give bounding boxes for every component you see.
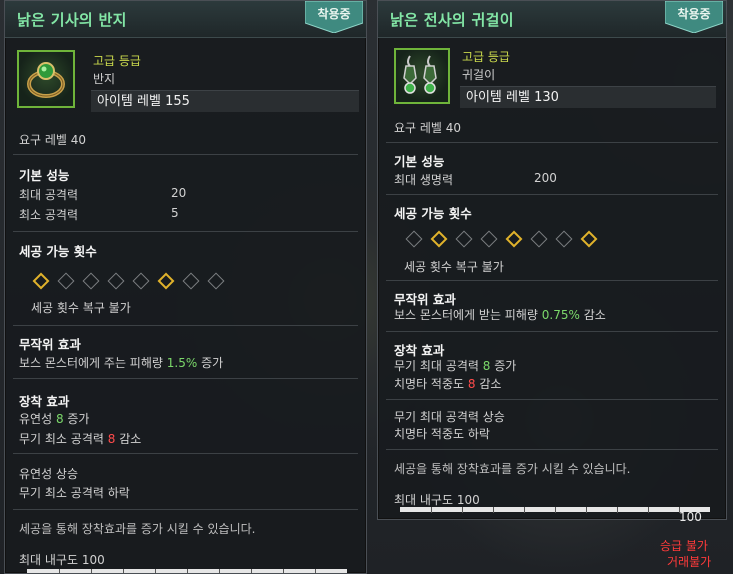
- durability-tick: [283, 569, 284, 573]
- item-grade: 고급 등급: [462, 50, 510, 64]
- item-grade: 고급 등급: [93, 54, 141, 68]
- socket-slot-empty: [455, 230, 473, 248]
- set-effect-header: 장착 효과: [19, 394, 70, 409]
- socket-slot-empty: [405, 230, 423, 248]
- random-effect-header: 무작위 효과: [19, 337, 81, 352]
- durability-tick: [617, 507, 618, 513]
- set-effect-line: 무기 최소 공격력 8 감소: [19, 432, 142, 446]
- durability-tick: [155, 569, 156, 573]
- earring-icon: [394, 48, 450, 104]
- socket-slot-empty: [107, 272, 125, 290]
- durability-tick: [251, 569, 252, 573]
- item-header: 고급 등급 반지 아이템 레벨 155: [5, 38, 366, 118]
- item-header: 고급 등급 귀걸이 아이템 레벨 130: [378, 38, 726, 112]
- durability-tick: [187, 569, 188, 573]
- durability-label: 최대 내구도 100: [19, 553, 105, 567]
- socket-header: 세공 가능 횟수: [19, 244, 97, 259]
- socket-hint: 세공을 통해 장착효과를 증가 시킬 수 있습니다.: [394, 462, 631, 476]
- durability-tick: [315, 569, 316, 573]
- set-effect-line: 무기 최대 공격력 8 증가: [394, 359, 517, 373]
- divider: [13, 509, 358, 510]
- socket-slot-empty: [530, 230, 548, 248]
- divider: [13, 231, 358, 232]
- tooltip-title-bar: 낡은 기사의 반지 착용중: [5, 1, 366, 38]
- set-effect-line: 치명타 적중도 8 감소: [394, 377, 502, 391]
- basic-stats-header: 기본 성능: [19, 168, 70, 183]
- socket-note: 세공 횟수 복구 불가: [31, 301, 131, 315]
- divider: [386, 194, 718, 195]
- required-level: 요구 레벨 40: [394, 121, 462, 135]
- durability-value: 100: [679, 510, 702, 524]
- stat-value: 20: [171, 186, 187, 200]
- durability-tick: [59, 569, 60, 573]
- divider: [13, 154, 358, 155]
- required-level: 요구 레벨 40: [19, 133, 87, 147]
- durability-tick: [555, 507, 556, 513]
- stat-label: 최대 생명력: [394, 173, 454, 187]
- item-type: 반지: [93, 72, 116, 86]
- divider: [386, 399, 718, 400]
- upgrade-note: 승급 불가: [660, 539, 708, 553]
- durability-label: 최대 내구도 100: [394, 493, 480, 507]
- stat-label: 최소 공격력: [19, 208, 79, 222]
- equipped-badge: 착용중: [665, 1, 723, 33]
- divider: [386, 331, 718, 332]
- durability-tick: [431, 507, 432, 513]
- item-level: 아이템 레벨 155: [91, 90, 359, 112]
- item-level: 아이템 레벨 130: [460, 86, 716, 108]
- durability-tick: [524, 507, 525, 513]
- ring-icon: [17, 50, 75, 108]
- durability-tick: [91, 569, 92, 573]
- socket-slot-empty: [82, 272, 100, 290]
- item-title: 낡은 전사의 귀걸이: [390, 11, 514, 29]
- socket-slot-empty: [207, 272, 225, 290]
- durability-tick: [493, 507, 494, 513]
- durability-tick: [648, 507, 649, 513]
- earring-tooltip: 낡은 전사의 귀걸이 착용중 고급 등급 귀걸이 아이템 레벨 130 요구 레…: [377, 0, 727, 520]
- tooltip-title-bar: 낡은 전사의 귀걸이 착용중: [378, 1, 726, 38]
- trade-note: 거래불가: [667, 555, 712, 569]
- socket-slot-filled: [430, 230, 448, 248]
- divider: [386, 449, 718, 450]
- set-effect-line: 유연성 8 증가: [19, 412, 90, 426]
- item-title: 낡은 기사의 반지: [17, 11, 127, 29]
- trend-line: 치명타 적중도 하락: [394, 427, 490, 441]
- socket-slot-filled: [157, 272, 175, 290]
- basic-stats-header: 기본 성능: [394, 154, 445, 169]
- socket-slot-empty: [182, 272, 200, 290]
- socket-header: 세공 가능 횟수: [394, 206, 472, 221]
- equipped-badge: 착용중: [305, 1, 363, 33]
- durability-tick: [462, 507, 463, 513]
- durability-bar: [27, 569, 347, 573]
- trend-line: 무기 최소 공격력 하락: [19, 486, 130, 500]
- socket-hint: 세공을 통해 장착효과를 증가 시킬 수 있습니다.: [19, 522, 256, 536]
- socket-slot-empty: [57, 272, 75, 290]
- durability-tick: [219, 569, 220, 573]
- socket-slot-empty: [132, 272, 150, 290]
- random-effect-line: 보스 몬스터에게 주는 피해량 1.5% 증가: [19, 356, 224, 370]
- ring-tooltip: 낡은 기사의 반지 착용중 고급 등급 반지 아이템 레벨 155 요구 레벨 …: [4, 0, 367, 574]
- durability-bar: [400, 507, 710, 513]
- socket-slot-filled: [580, 230, 598, 248]
- socket-slot-empty: [555, 230, 573, 248]
- socket-slot-filled: [505, 230, 523, 248]
- stat-label: 최대 공격력: [19, 188, 79, 202]
- durability-tick: [586, 507, 587, 513]
- random-effect-line: 보스 몬스터에게 받는 피해량 0.75% 감소: [394, 308, 606, 322]
- divider: [13, 378, 358, 379]
- socket-note: 세공 횟수 복구 불가: [404, 260, 504, 274]
- item-type: 귀걸이: [462, 68, 496, 82]
- stat-value: 200: [534, 171, 557, 185]
- socket-slot-empty: [480, 230, 498, 248]
- divider: [13, 453, 358, 454]
- socket-slot-filled: [32, 272, 50, 290]
- trend-line: 유연성 상승: [19, 467, 79, 481]
- divider: [13, 325, 358, 326]
- divider: [386, 142, 718, 143]
- stat-value: 5: [171, 206, 179, 220]
- durability-tick: [123, 569, 124, 573]
- divider: [386, 280, 718, 281]
- trend-line: 무기 최대 공격력 상승: [394, 410, 505, 424]
